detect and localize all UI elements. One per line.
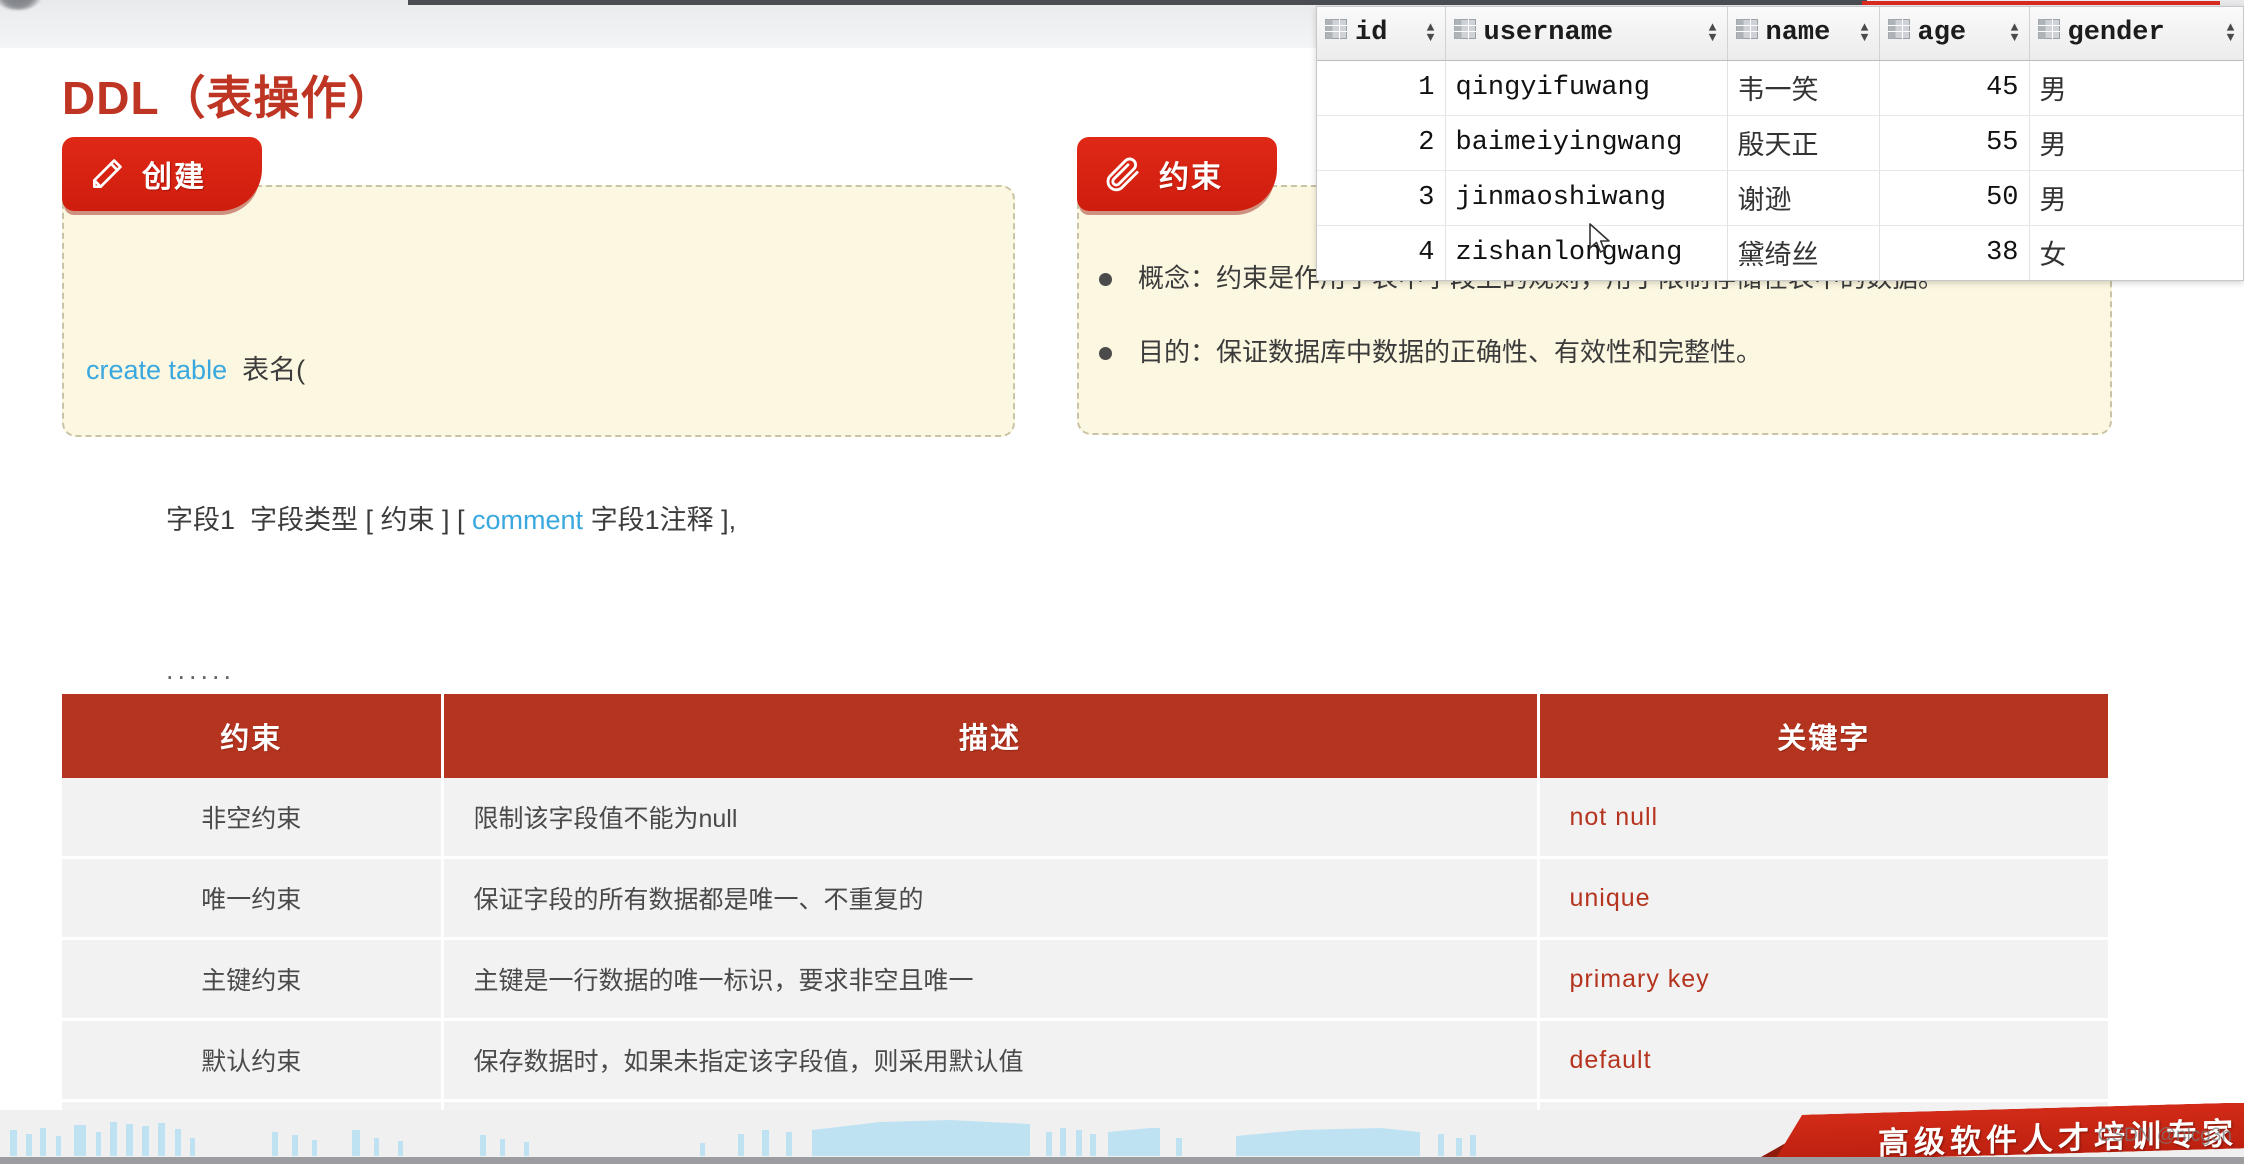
result-table: id ▲ ▼ username ▲ ▼ name ▲ ▼ age ▲ ▼ gen… [1317, 7, 2243, 280]
audio-waveform[interactable] [0, 1108, 1790, 1156]
result-column-label: id [1355, 18, 1388, 49]
table-row: 默认约束 保存数据时，如果未指定该字段值，则采用默认值 default [62, 1019, 2108, 1102]
cell-constraint-name: 主键约束 [62, 938, 444, 1021]
slide-root: DDL（表操作） 创建 create table 表名( 字段1 字段类型 [ … [0, 0, 2244, 1164]
result-cell-name[interactable]: 韦一笑 [1727, 60, 1880, 116]
result-column-label: age [1917, 18, 1967, 49]
sort-both-icon[interactable]: ▲ ▼ [2225, 21, 2237, 44]
paperclip-icon [1103, 154, 1143, 194]
constraint-bullet-list: 概念：约束是作用于表中字段上的规则，用于限制存储在表中的数据。 目的：保证数据库… [1099, 259, 2089, 407]
csdn-watermark: CSDN @nlcg3n [2097, 1125, 2232, 1146]
result-cell-age[interactable]: 38 [1879, 225, 2030, 280]
result-cell-gender[interactable]: 男 [2029, 170, 2243, 226]
result-cell-gender[interactable]: 女 [2029, 225, 2243, 280]
result-cell-gender[interactable]: 男 [2029, 115, 2243, 171]
cell-constraint-keyword: primary key [1538, 938, 2108, 1021]
column-header-description: 描述 [442, 694, 1540, 778]
code-line-1-rest: 表名( [227, 355, 306, 385]
bullet-dot-icon [1099, 347, 1112, 360]
create-badge-label: 创建 [142, 161, 206, 194]
code-line-2-post: 字段1注释 ], [583, 505, 737, 535]
db-result-grid[interactable]: id ▲ ▼ username ▲ ▼ name ▲ ▼ age ▲ ▼ gen… [1316, 6, 2244, 281]
result-cell-age[interactable]: 50 [1879, 170, 2030, 226]
result-row[interactable]: 3 jinmaoshiwang 谢逊 50 男 [1317, 170, 2243, 226]
column-grid-icon [1887, 18, 1910, 48]
cell-constraint-name: 非空约束 [62, 778, 444, 859]
code-line-2-pre: 字段1 字段类型 [ 约束 ] [ [166, 505, 473, 535]
result-row[interactable]: 2 baimeiyingwang 殷天正 55 男 [1317, 115, 2243, 171]
result-column-label: username [1483, 18, 1614, 49]
code-line-1: create table 表名( [86, 345, 736, 395]
result-column-header-name[interactable]: name ▲ ▼ [1727, 7, 1880, 61]
result-cell-username[interactable]: baimeiyingwang [1445, 115, 1728, 171]
cell-constraint-desc: 保证字段的所有数据都是唯一、不重复的 [442, 857, 1540, 940]
constraint-badge: 约束 [1077, 137, 1277, 211]
cell-constraint-desc: 保存数据时，如果未指定该字段值，则采用默认值 [442, 1019, 1540, 1102]
result-header-row: id ▲ ▼ username ▲ ▼ name ▲ ▼ age ▲ ▼ gen… [1317, 7, 2243, 61]
column-grid-icon [1453, 18, 1476, 48]
list-item: 目的：保证数据库中数据的正确性、有效性和完整性。 [1099, 333, 2089, 371]
cell-constraint-name: 默认约束 [62, 1019, 444, 1102]
result-cell-gender[interactable]: 男 [2029, 60, 2243, 116]
result-cell-id[interactable]: 3 [1317, 170, 1446, 226]
constraint-table: 约束 描述 关键字 非空约束 限制该字段值不能为null not null 唯一… [62, 694, 2108, 1164]
bullet-text: 目的：保证数据库中数据的正确性、有效性和完整性。 [1138, 337, 1763, 367]
result-column-label: name [1765, 18, 1831, 49]
result-cell-name[interactable]: 谢逊 [1727, 170, 1880, 226]
result-cell-username[interactable]: zishanlongwang [1445, 225, 1728, 280]
mouse-cursor-icon [1588, 222, 1614, 263]
constraint-badge-label: 约束 [1159, 161, 1223, 194]
result-column-header-gender[interactable]: gender ▲ ▼ [2029, 7, 2243, 61]
cell-constraint-keyword: default [1538, 1019, 2108, 1102]
bullet-dot-icon [1099, 273, 1112, 286]
result-cell-username[interactable]: jinmaoshiwang [1445, 170, 1728, 226]
result-cell-age[interactable]: 45 [1879, 60, 2030, 116]
code-line-2: 字段1 字段类型 [ 约束 ] [ comment 字段1注释 ], [86, 495, 736, 545]
page-title: DDL（表操作） [62, 72, 395, 124]
result-column-header-age[interactable]: age ▲ ▼ [1879, 7, 2030, 61]
sort-both-icon[interactable]: ▲ ▼ [2009, 21, 2021, 44]
column-grid-icon [1325, 18, 1347, 48]
column-grid-icon [2037, 18, 2060, 48]
cell-constraint-keyword: unique [1538, 857, 2108, 940]
sort-both-icon[interactable]: ▲ ▼ [1707, 21, 1719, 44]
result-cell-username[interactable]: qingyifuwang [1445, 60, 1728, 116]
code-keyword-create-table: create table [86, 355, 228, 385]
column-header-keyword: 关键字 [1538, 694, 2108, 778]
column-grid-icon [1735, 18, 1758, 48]
code-line-3-ellipsis: ...... [166, 655, 236, 685]
result-row[interactable]: 1 qingyifuwang 韦一笑 45 男 [1317, 60, 2243, 116]
column-header-constraint: 约束 [62, 694, 444, 778]
top-red-progress-bar [1862, 1, 2220, 5]
create-badge: 创建 [62, 137, 262, 211]
cell-constraint-keyword: not null [1538, 778, 2108, 859]
result-cell-id[interactable]: 4 [1317, 225, 1446, 280]
footer-bottom-line [0, 1157, 2244, 1164]
cell-constraint-desc: 限制该字段值不能为null [442, 778, 1540, 859]
result-row[interactable]: 4 zishanlongwang 黛绮丝 38 女 [1317, 225, 2243, 280]
create-panel: 创建 create table 表名( 字段1 字段类型 [ 约束 ] [ co… [62, 137, 1015, 985]
top-dark-scrollbar[interactable] [408, 0, 1867, 5]
table-row: 唯一约束 保证字段的所有数据都是唯一、不重复的 unique [62, 857, 2108, 940]
result-cell-id[interactable]: 1 [1317, 60, 1446, 116]
pencil-icon [88, 155, 126, 193]
table-row: 非空约束 限制该字段值不能为null not null [62, 778, 2108, 859]
table-row: 主键约束 主键是一行数据的唯一标识，要求非空且唯一 primary key [62, 938, 2108, 1021]
table-header-row: 约束 描述 关键字 [62, 694, 2108, 778]
result-column-header-username[interactable]: username ▲ ▼ [1445, 7, 1728, 61]
result-cell-age[interactable]: 55 [1879, 115, 2030, 171]
result-cell-name[interactable]: 殷天正 [1727, 115, 1880, 171]
result-column-header-id[interactable]: id ▲ ▼ [1317, 7, 1446, 61]
sort-both-icon[interactable]: ▲ ▼ [1425, 21, 1437, 44]
result-cell-id[interactable]: 2 [1317, 115, 1446, 171]
cell-constraint-name: 唯一约束 [62, 857, 444, 940]
result-column-label: gender [2067, 18, 2165, 49]
cell-constraint-desc: 主键是一行数据的唯一标识，要求非空且唯一 [442, 938, 1540, 1021]
top-left-circle-icon [0, 0, 44, 10]
code-keyword-comment-1: comment [472, 505, 584, 535]
sort-both-icon[interactable]: ▲ ▼ [1859, 21, 1871, 44]
result-cell-name[interactable]: 黛绮丝 [1727, 225, 1880, 280]
